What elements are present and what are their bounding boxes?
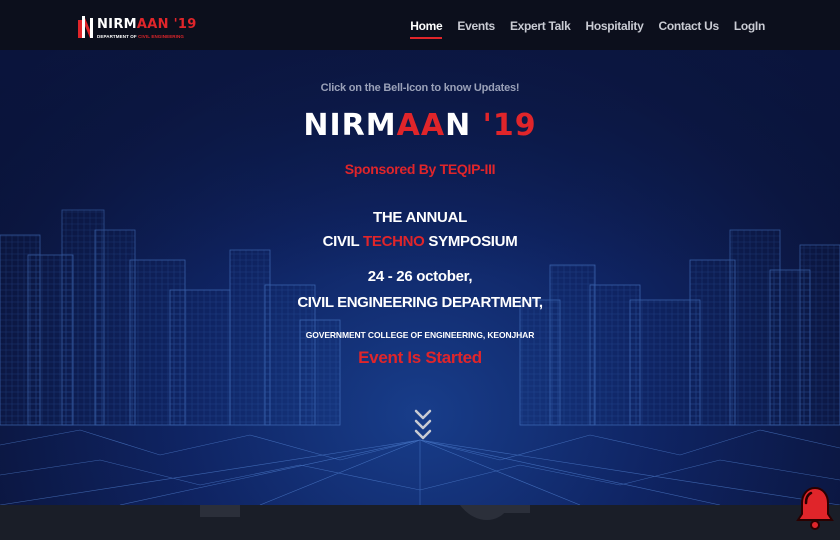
site-logo[interactable]: NIRMAAN '19 DEPARTMENT OF CIVIL ENGINEER… [78,16,196,44]
navbar: NIRMAAN '19 DEPARTMENT OF CIVIL ENGINEER… [0,0,840,50]
event-title: NIRMAAN '19 [303,108,537,143]
bell-icon[interactable] [793,484,837,536]
logo-subtitle: DEPARTMENT OF CIVIL ENGINEERING [97,34,184,39]
next-section-preview [0,505,840,540]
logo-building-icon [78,16,93,38]
logo-title: NIRMAAN '19 [97,17,197,32]
event-dates: 24 - 26 october, [367,268,473,285]
updates-hint-text: Click on the Bell-Icon to know Updates! [320,82,520,94]
event-status: Event Is Started [358,348,482,367]
tagline-line-1: THE ANNUAL [373,209,467,226]
nav-login[interactable]: LogIn [734,19,765,39]
main-nav: Home Events Expert Talk Hospitality Cont… [410,19,765,39]
nav-hospitality[interactable]: Hospitality [585,19,643,39]
decorative-shapes [200,505,530,520]
sponsor-text: Sponsored By TEQIP-III [344,161,496,177]
nav-contact-us[interactable]: Contact Us [659,19,720,39]
tagline-line-2: CIVIL TECHNO SYMPOSIUM [322,233,518,250]
nav-events[interactable]: Events [457,19,495,39]
nav-home[interactable]: Home [410,19,443,39]
chevron-double-down-icon[interactable] [412,408,434,442]
college-name: GOVERNMENT COLLEGE OF ENGINEERING, KEONJ… [305,330,535,340]
department-name: CIVIL ENGINEERING DEPARTMENT, [297,294,543,311]
hero-section: Click on the Bell-Icon to know Updates! … [0,50,840,505]
nav-expert-talk[interactable]: Expert Talk [510,19,571,39]
